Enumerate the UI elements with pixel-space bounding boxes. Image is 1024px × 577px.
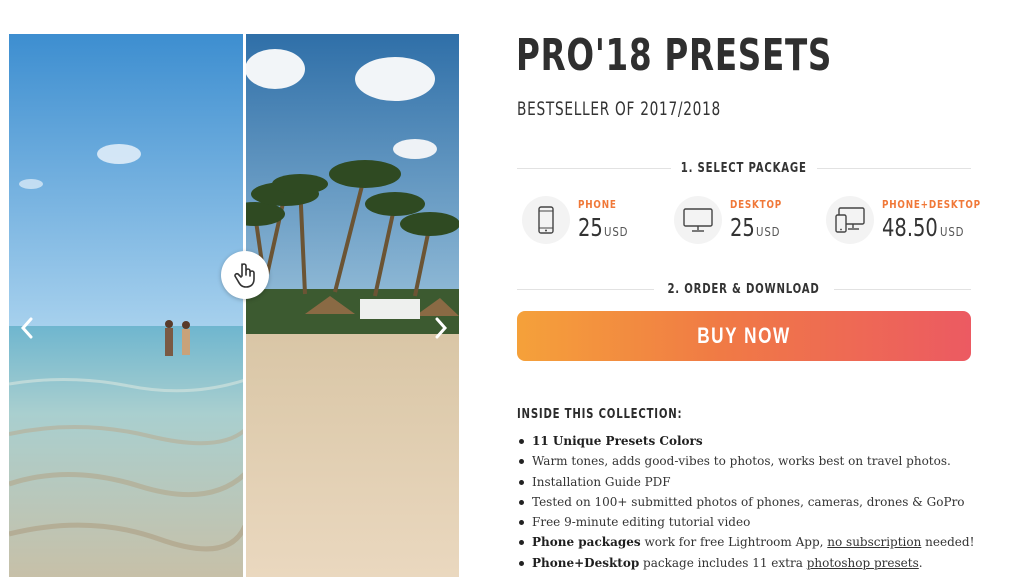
feature-text: Tested on 100+ submitted photos of phone… (532, 494, 965, 509)
list-item: Free 9-minute editing tutorial video (517, 512, 997, 532)
package-currency: USD (939, 225, 964, 239)
list-item: Phone+Desktop package includes 11 extra … (517, 553, 997, 573)
package-currency: USD (603, 225, 629, 239)
list-item: Tested on 100+ submitted photos of phone… (517, 492, 997, 512)
before-after-slider[interactable] (9, 34, 459, 577)
feature-bold-text: Phone+Desktop (532, 555, 640, 570)
package-phone-desktop[interactable]: PHONE+DESKTOP 48.50 USD (826, 194, 1006, 246)
product-title: PRO'18 PRESETS (516, 30, 833, 81)
buy-now-button[interactable]: BUY NOW (517, 311, 971, 361)
package-desktop[interactable]: DESKTOP 25 USD (674, 194, 795, 246)
feature-text: Warm tones, adds good-vibes to photos, w… (532, 454, 951, 469)
package-price: 25 (578, 213, 603, 242)
before-image (9, 34, 245, 577)
next-arrow[interactable] (429, 314, 453, 342)
divider-line (816, 167, 972, 169)
desktop-icon (674, 196, 722, 244)
select-package-label: 1. SELECT PACKAGE (681, 160, 807, 176)
chevron-left-icon (20, 317, 33, 339)
feature-text: Installation Guide PDF (532, 474, 671, 489)
no-subscription-link[interactable]: no subscription (827, 535, 921, 549)
product-subtitle: BESTSELLER OF 2017/2018 (517, 98, 721, 120)
buy-now-label: BUY NOW (697, 323, 791, 348)
feature-bold-text: Phone packages (532, 535, 641, 550)
feature-text: needed! (921, 535, 975, 550)
divider-line (833, 288, 972, 290)
package-name: DESKTOP (730, 198, 783, 211)
package-options: PHONE 25 USD DESKTOP 25 USD PHONE+DESKTO… (522, 194, 980, 246)
hand-pointer-icon (234, 263, 255, 288)
list-item: Warm tones, adds good-vibes to photos, w… (517, 451, 997, 471)
photoshop-presets-link[interactable]: photoshop presets (807, 556, 919, 570)
slider-divider[interactable] (243, 34, 246, 577)
order-download-heading: 2. ORDER & DOWNLOAD (517, 281, 972, 297)
collection-heading: INSIDE THIS COLLECTION: (517, 407, 683, 422)
chevron-right-icon (435, 317, 448, 339)
feature-text: package includes 11 extra (639, 555, 807, 570)
previous-arrow[interactable] (15, 314, 39, 342)
select-package-heading: 1. SELECT PACKAGE (517, 160, 972, 176)
order-download-label: 2. ORDER & DOWNLOAD (667, 281, 821, 297)
collection-feature-list: 11 Unique Presets Colors Warm tones, add… (517, 431, 997, 573)
slider-handle[interactable] (221, 251, 269, 299)
package-price: 48.50 (882, 213, 938, 242)
feature-text: . (918, 555, 923, 570)
package-name: PHONE+DESKTOP (882, 198, 981, 211)
divider-line (517, 288, 655, 290)
list-item: Installation Guide PDF (517, 472, 997, 492)
phone-icon (522, 196, 570, 244)
feature-text: 11 Unique Presets Colors (532, 434, 703, 448)
after-image (245, 34, 459, 577)
package-price: 25 (730, 213, 755, 242)
feature-text: work for free Lightroom App, (640, 535, 828, 550)
feature-text: Free 9-minute editing tutorial video (532, 515, 751, 530)
package-currency: USD (755, 225, 781, 239)
package-name: PHONE (578, 198, 617, 211)
list-item: 11 Unique Presets Colors (517, 431, 997, 451)
phone-desktop-icon (826, 196, 874, 244)
package-phone[interactable]: PHONE 25 USD (522, 194, 632, 246)
divider-line (517, 167, 672, 169)
list-item: Phone packages work for free Lightroom A… (517, 532, 997, 552)
